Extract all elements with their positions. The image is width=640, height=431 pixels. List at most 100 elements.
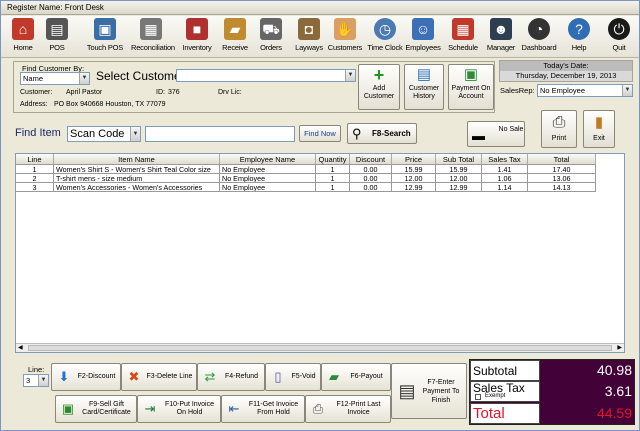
table-cell[interactable]: 1.06 <box>482 174 528 183</box>
calendar-icon: ▦ <box>452 18 474 40</box>
table-cell[interactable]: Women's Accessories - Women's Accessorie… <box>54 183 220 192</box>
invoice-grid[interactable]: Line Item Name Employee Name Quantity Di… <box>15 153 625 353</box>
f4-refund-button[interactable]: ⇄ F4-Refund <box>197 363 265 391</box>
toolbar-time-clock[interactable]: ◷ Time Clock <box>365 18 405 56</box>
table-cell[interactable]: 15.99 <box>392 165 436 174</box>
date-panel: Today's Date: Thursday, December 19, 201… <box>499 60 633 82</box>
gauge-icon: ◔ <box>528 18 550 40</box>
table-cell[interactable]: T-shirt mens - size medium <box>54 174 220 183</box>
table-cell[interactable]: No Employee <box>220 183 316 192</box>
subtotal-value: 40.98 <box>596 362 632 378</box>
column-header[interactable]: Employee Name <box>220 154 316 165</box>
table-cell[interactable]: 1 <box>316 174 350 183</box>
payment-on-account-button[interactable]: ▣ Payment On Account <box>448 64 494 110</box>
table-cell[interactable]: 1 <box>16 165 54 174</box>
column-header[interactable]: Discount <box>350 154 392 165</box>
toolbar-schedule[interactable]: ▦ Schedule <box>443 18 483 56</box>
column-header[interactable]: Total <box>528 154 596 165</box>
table-cell[interactable]: 1.41 <box>482 165 528 174</box>
table-cell[interactable]: 2 <box>16 174 54 183</box>
table-cell[interactable]: 1 <box>316 165 350 174</box>
f10-put-invoice-on-hold-button[interactable]: ⇥ F10-Put Invoice On Hold <box>137 395 221 423</box>
toolbar-orders[interactable]: ⛟ Orders <box>251 18 291 56</box>
column-header[interactable]: Quantity <box>316 154 350 165</box>
no-sale-button[interactable]: ▬ No Sale <box>467 121 525 147</box>
find-customer-by-select[interactable]: Name ▼ <box>20 72 90 85</box>
f6-payout-button[interactable]: ▰ F6-Payout <box>321 363 391 391</box>
f5-void-button[interactable]: ▯ F5-Void <box>265 363 321 391</box>
toolbar-inventory[interactable]: ■ Inventory <box>177 18 217 56</box>
table-cell[interactable]: 15.99 <box>436 165 482 174</box>
table-cell[interactable]: Women's Shirt S - Women's Shirt Teal Col… <box>54 165 220 174</box>
toolbar-employees[interactable]: ☺ Employees <box>403 18 443 56</box>
table-cell[interactable]: 14.13 <box>528 183 596 192</box>
scroll-left-icon[interactable]: ◀ <box>18 344 23 352</box>
find-item-input[interactable] <box>145 126 295 142</box>
customer-address: PO Box 940668 Houston, TX 77079 <box>54 101 166 108</box>
toolbar-touch-pos[interactable]: ▣ Touch POS <box>85 18 125 56</box>
column-header[interactable]: Sub Total <box>436 154 482 165</box>
table-cell[interactable]: 1 <box>316 183 350 192</box>
column-header[interactable]: Price <box>392 154 436 165</box>
f9-sell-gift-card-button[interactable]: ▣ F9-Sell Gift Card/Certificate <box>55 395 137 423</box>
f3-delete-line-button[interactable]: ✖ F3-Delete Line <box>121 363 197 391</box>
salesrep-select[interactable]: No Employee ▼ <box>537 84 633 97</box>
toolbar-reconciliation[interactable]: ▦ Reconciliation <box>131 18 175 56</box>
table-cell[interactable]: 17.40 <box>528 165 596 174</box>
table-cell[interactable]: 12.99 <box>436 183 482 192</box>
table-cell[interactable]: 12.00 <box>436 174 482 183</box>
toolbar-dashboard[interactable]: ◔ Dashboard <box>519 18 559 56</box>
pos-window: Register Name: Front Desk ⌂ Home ▤ POS ▣ To… <box>0 0 640 431</box>
column-header[interactable]: Item Name <box>54 154 220 165</box>
scroll-right-icon[interactable]: ▶ <box>617 344 622 352</box>
f12-print-last-invoice-button[interactable]: ⎙ F12-Print Last Invoice <box>305 395 391 423</box>
customer-panel: Find Customer By: Name ▼ Select Customer … <box>13 61 495 113</box>
add-customer-button[interactable]: + Add Customer <box>358 64 400 110</box>
toolbar-manager[interactable]: ☻ Manager <box>481 18 521 56</box>
exempt-checkbox[interactable] <box>475 394 481 400</box>
customer-history-button[interactable]: ▤ Customer History <box>404 64 444 110</box>
find-item-mode-select[interactable]: Scan Code ▼ <box>67 126 141 142</box>
address-label: Address: <box>20 101 48 108</box>
calculator-icon: ▦ <box>140 18 162 40</box>
sales-tax-value: 3.61 <box>604 383 632 399</box>
toolbar-help[interactable]: ? Help <box>559 18 599 56</box>
help-icon: ? <box>568 18 590 40</box>
toolbar-quit[interactable]: ⏻ Quit <box>599 18 639 56</box>
table-cell[interactable]: 3 <box>16 183 54 192</box>
table-cell[interactable]: 12.00 <box>392 174 436 183</box>
invoice-print-icon: ⎙ <box>312 401 324 416</box>
horizontal-scrollbar[interactable]: ◀ ▶ <box>16 343 624 352</box>
gift-card-icon: ▣ <box>61 401 75 416</box>
toolbar-pos[interactable]: ▤ POS <box>37 18 77 56</box>
table-cell[interactable]: 0.00 <box>350 165 392 174</box>
chevron-down-icon: ▼ <box>79 73 89 84</box>
table-cell[interactable]: 1.14 <box>482 183 528 192</box>
column-header[interactable]: Sales Tax <box>482 154 528 165</box>
column-header[interactable]: Line <box>16 154 54 165</box>
select-customer-input[interactable]: ▼ <box>176 69 356 82</box>
exit-button[interactable]: ▮ Exit <box>583 110 615 148</box>
line-select[interactable]: 3 ▼ <box>23 374 49 387</box>
f8-search-button[interactable]: ⚲ F8-Search <box>347 123 417 144</box>
table-cell[interactable]: 0.00 <box>350 174 392 183</box>
toolbar-customers[interactable]: ✋ Customers <box>325 18 365 56</box>
total-label: Total <box>470 403 540 424</box>
f11-get-invoice-from-hold-button[interactable]: ⇤ F11-Get Invoice From Hold <box>221 395 305 423</box>
toolbar-receive[interactable]: ▰ Receive <box>215 18 255 56</box>
table-cell[interactable]: 0.00 <box>350 183 392 192</box>
handshake-icon: ✋ <box>334 18 356 40</box>
table-cell[interactable]: 13.06 <box>528 174 596 183</box>
toolbar-layways[interactable]: ◘ Layways <box>289 18 329 56</box>
f2-discount-button[interactable]: ⬇ F2-Discount <box>51 363 121 391</box>
table-cell[interactable]: No Employee <box>220 174 316 183</box>
total-value: 44.59 <box>596 405 632 421</box>
subtotal-label: Subtotal <box>470 360 540 381</box>
printer-icon: ⎙ <box>552 114 566 131</box>
scroll-thumb[interactable] <box>28 345 612 351</box>
print-button[interactable]: ⎙ Print <box>541 110 577 148</box>
f7-enter-payment-button[interactable]: ▤ F7-Enter Payment To Finish <box>391 363 467 419</box>
table-cell[interactable]: 12.99 <box>392 183 436 192</box>
find-now-button[interactable]: Find Now <box>299 125 341 142</box>
table-cell[interactable]: No Employee <box>220 165 316 174</box>
